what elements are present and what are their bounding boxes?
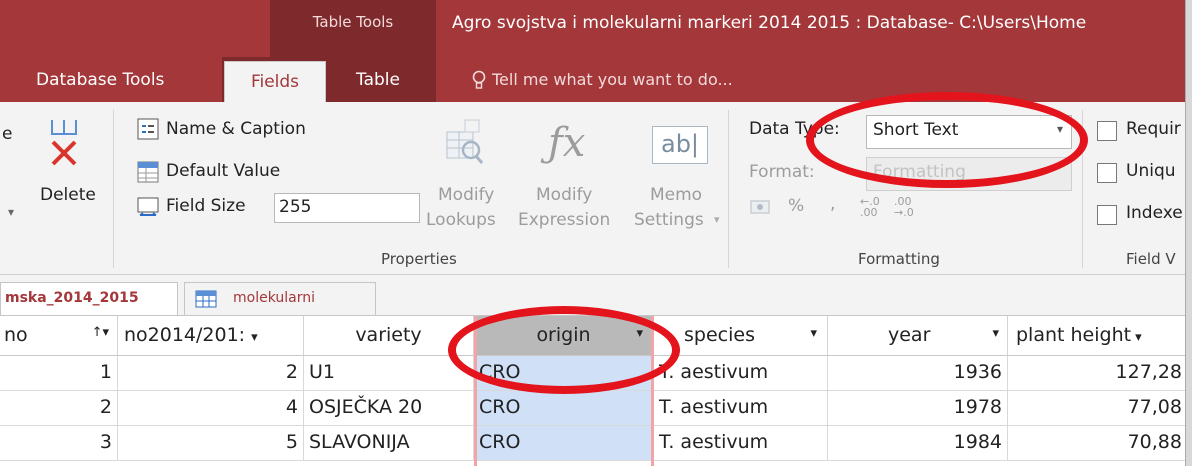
delete-icon[interactable] [47,116,81,180]
table-cell[interactable]: T. aestivum [654,391,828,426]
table-cell[interactable]: CRO [474,426,654,461]
default-value-button[interactable]: Default Value [166,161,280,181]
increase-decimals-button[interactable]: ←.0 .00 [860,196,890,218]
table-cell[interactable]: 127,28 [1008,356,1188,391]
table-cell[interactable]: 2 [0,391,118,426]
column-header-no2014[interactable]: no2014/201: ▾ [118,316,304,356]
separator [1082,110,1083,268]
selection-border [474,316,477,466]
properties-group-label: Properties [381,250,457,268]
chevron-down-icon[interactable]: ▾ [714,213,720,226]
object-tab-agronomska[interactable]: mska_2014_2015 [0,282,178,315]
required-label: Requir [1126,119,1181,139]
modify-expression-line2[interactable]: Expression [518,210,610,230]
window-edge [1185,0,1192,466]
table-cell[interactable]: 1984 [828,426,1008,461]
tab-fields[interactable]: Fields [224,61,326,105]
selection-border [651,316,654,466]
field-size-label: Field Size [166,196,246,216]
memo-settings-line1[interactable]: Memo [650,185,702,205]
table-cell[interactable]: 1936 [828,356,1008,391]
table-cell[interactable]: CRO [474,391,654,426]
dropdown-arrow-icon[interactable]: ▾ [810,326,817,341]
object-tab-molekularni[interactable]: molekularni [184,282,376,315]
separator [113,110,114,268]
field-size-input[interactable]: 255 [274,193,420,223]
field-validation-group-label: Field V [1126,250,1176,268]
modify-lookups-icon [443,118,487,182]
dropdown-arrow-icon[interactable]: ▾ [636,326,643,341]
window-title: Agro svojstva i molekularni markeri 2014… [452,13,1087,33]
dropdown-arrow-icon: ▾ [1056,122,1063,136]
indexed-label: Indexe [1126,203,1183,223]
table-icon [195,290,217,312]
object-tabs-bar [0,275,1192,316]
field-size-icon [137,195,159,217]
table-cell[interactable]: U1 [304,356,474,391]
dropdown-arrow-icon[interactable]: ▾ [1135,330,1142,345]
dropdown-arrow-icon[interactable]: ▾ [992,326,999,341]
default-value-icon [137,161,159,183]
tab-database-tools[interactable]: Database Tools [36,70,164,90]
table-cell[interactable]: 70,88 [1008,426,1188,461]
decrease-decimals-button[interactable]: .00 →.0 [894,196,924,218]
table-cell[interactable]: T. aestivum [654,426,828,461]
column-header-origin[interactable]: origin ▾ [474,316,654,356]
tab-table[interactable]: Table [356,70,400,90]
table-cell[interactable]: 3 [0,426,118,461]
percent-button[interactable]: % [788,196,804,216]
dropdown-arrow-icon[interactable]: ▾ [251,330,258,345]
partial-command[interactable]: e [2,124,12,144]
data-type-select[interactable]: Short Text ▾ [866,115,1072,149]
table-cell[interactable]: 5 [118,426,304,461]
tell-me-search[interactable]: Tell me what you want to do... [492,70,733,89]
sort-arrow-icon[interactable]: ↑▾ [92,325,109,340]
column-header-no[interactable]: no ↑▾ [0,316,118,356]
name-caption-icon [137,118,159,140]
memo-ab-icon: ab| [652,126,708,164]
modify-lookups-line1[interactable]: Modify [438,185,494,205]
unique-checkbox[interactable] [1097,163,1117,183]
table-cell[interactable]: SLAVONIJA [304,426,474,461]
comma-button[interactable]: , [830,194,835,214]
table-cell[interactable]: 4 [118,391,304,426]
name-caption-button[interactable]: Name & Caption [166,119,306,139]
table-cell[interactable]: T. aestivum [654,356,828,391]
modify-expression-line1[interactable]: Modify [536,185,592,205]
chevron-down-icon[interactable]: ▾ [8,205,14,219]
data-type-label: Data Type: [749,119,840,139]
indexed-checkbox[interactable] [1097,205,1117,225]
table-cell[interactable]: 77,08 [1008,391,1188,426]
formatting-group-label: Formatting [858,250,940,268]
table-tools-label: Table Tools [312,13,394,31]
currency-icon[interactable] [749,197,773,221]
fx-icon: ƒx [548,120,586,166]
format-select[interactable]: Formatting [866,157,1072,191]
memo-settings-line2[interactable]: Settings [634,210,704,230]
delete-button[interactable]: Delete [40,185,96,205]
unique-label: Uniqu [1126,161,1176,181]
table-cell[interactable]: CRO [474,356,654,391]
required-checkbox[interactable] [1097,121,1117,141]
table-cell[interactable]: 1978 [828,391,1008,426]
table-cell[interactable]: 2 [118,356,304,391]
column-header-variety[interactable]: variety [304,316,474,356]
separator [728,110,729,268]
column-header-year[interactable]: year ▾ [828,316,1008,356]
format-label: Format: [749,162,815,182]
table-cell[interactable]: 1 [0,356,118,391]
column-header-species[interactable]: species ▾ [654,316,828,356]
lightbulb-icon [472,70,486,90]
column-header-plant-height[interactable]: plant height ▾ [1008,316,1188,356]
modify-lookups-line2[interactable]: Lookups [426,210,496,230]
table-cell[interactable]: OSJEČKA 20 [304,391,474,426]
